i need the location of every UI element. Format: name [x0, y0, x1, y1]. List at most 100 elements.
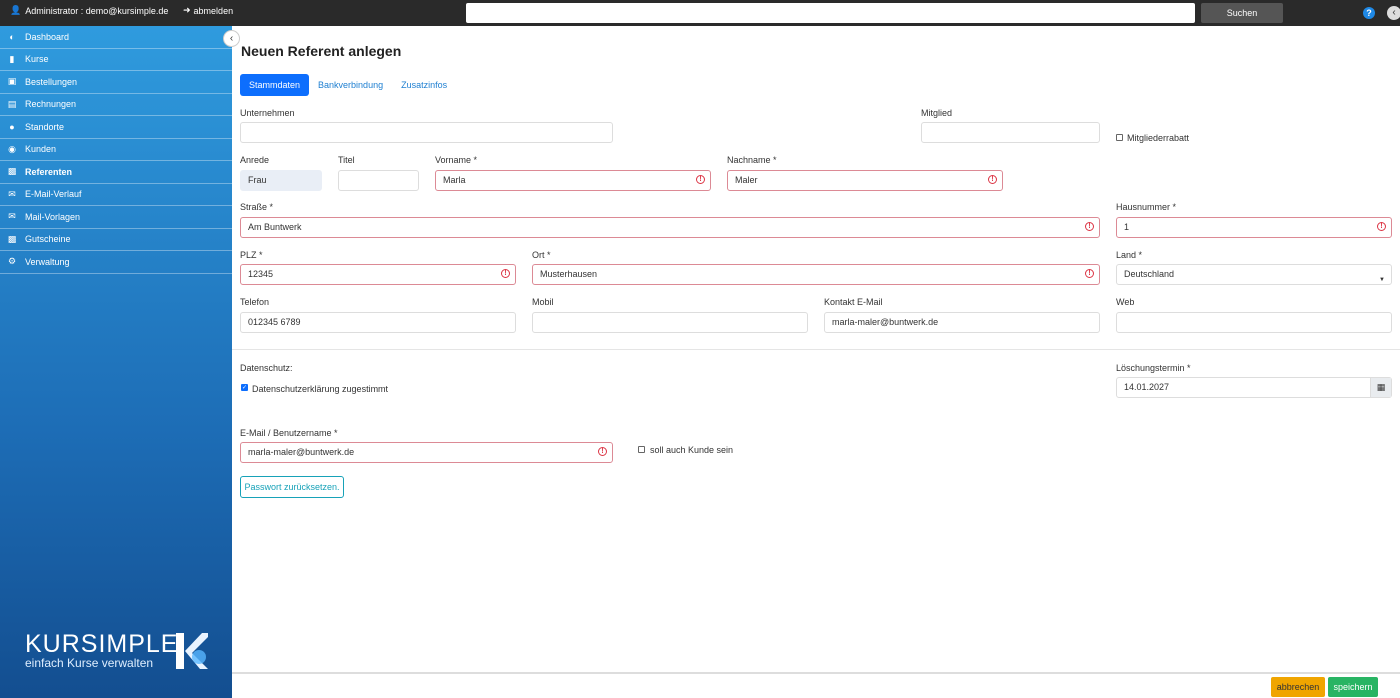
- sidebar-item-label: Bestellungen: [25, 76, 78, 87]
- sidebar-item-gutscheine[interactable]: ▩ Gutscheine: [0, 229, 232, 251]
- login-value: marla-maler@buntwerk.de: [248, 447, 355, 457]
- cart-icon: ▣: [7, 76, 17, 87]
- sidebar-item-label: E-Mail-Verlauf: [25, 189, 82, 200]
- sidebar-item-label: Gutscheine: [25, 234, 71, 245]
- mail-template-icon: ✉: [8, 211, 16, 222]
- save-button[interactable]: speichern: [1328, 677, 1378, 697]
- book-icon: ▮: [9, 53, 15, 64]
- error-icon: !: [1377, 222, 1386, 231]
- web-label: Web: [1116, 297, 1135, 307]
- plz-label: PLZ *: [240, 250, 263, 260]
- search-button[interactable]: Suchen: [1201, 3, 1283, 23]
- sidebar-item-rechnungen[interactable]: ▤ Rechnungen: [0, 94, 232, 116]
- chevron-left-icon[interactable]: ‹: [1387, 6, 1400, 20]
- sidebar-item-e-mail-verlauf[interactable]: ✉ E-Mail-Verlauf: [0, 184, 232, 206]
- sidebar-item-mail-vorlagen[interactable]: ✉ Mail-Vorlagen: [0, 206, 232, 229]
- logout-link[interactable]: ➜ abmelden: [183, 5, 233, 16]
- file-icon: ▤: [7, 98, 17, 109]
- datenschutz-checkbox[interactable]: ✓: [241, 384, 248, 391]
- cancel-button[interactable]: abbrechen: [1271, 677, 1325, 697]
- password-reset-button[interactable]: Passwort zurücksetzen.: [240, 476, 344, 498]
- sidebar: ‹ ◐ Dashboard ▮ Kurse ▣ Bestellungen ▤ Rechnung…: [0, 26, 240, 698]
- titel-label: Titel: [338, 155, 355, 165]
- help-icon[interactable]: ?: [1363, 7, 1375, 19]
- nachname-label: Nachname *: [727, 155, 777, 165]
- kursimple-logo-icon: [176, 633, 208, 669]
- telefon-label: Telefon: [240, 297, 270, 307]
- error-icon: !: [1085, 269, 1094, 278]
- logout-icon: ➜: [183, 5, 191, 15]
- tabs: Stammdaten Bankverbindung Zusatzinfos: [240, 74, 456, 96]
- sidebar-item-label: Mail-Vorlagen: [25, 211, 81, 222]
- mobil-field[interactable]: [532, 312, 808, 333]
- mitgliederrabatt-checkbox[interactable]: [1116, 134, 1123, 141]
- error-icon: !: [696, 175, 705, 184]
- user-info: 👤 Administrator : demo@kursimple.de: [10, 5, 168, 16]
- sidebar-item-standorte[interactable]: ● Standorte: [0, 116, 232, 139]
- tab-zusatzinfos[interactable]: Zusatzinfos: [392, 74, 456, 96]
- loeschung-date-field[interactable]: 14.01.2027 ▦: [1116, 377, 1392, 398]
- strasse-label: Straße *: [240, 202, 274, 212]
- sidebar-item-label: Rechnungen: [25, 99, 77, 110]
- land-select[interactable]: Deutschland ▼: [1116, 264, 1392, 285]
- nachname-field[interactable]: Maler!: [727, 170, 1003, 191]
- search-input[interactable]: [466, 3, 1195, 23]
- anrede-select[interactable]: Frau: [240, 170, 322, 191]
- vorname-label: Vorname *: [435, 155, 478, 165]
- sidebar-item-verwaltung[interactable]: ⚙ Verwaltung: [0, 251, 232, 274]
- error-icon: !: [501, 269, 510, 278]
- error-icon: !: [1085, 222, 1094, 231]
- unternehmen-field[interactable]: [240, 122, 613, 143]
- unternehmen-label: Unternehmen: [240, 108, 295, 118]
- mobil-label: Mobil: [532, 297, 554, 307]
- sidebar-item-kunden[interactable]: ◉ Kunden: [0, 139, 232, 161]
- tab-bankverbindung[interactable]: Bankverbindung: [309, 74, 392, 96]
- loeschung-label: Löschungstermin *: [1116, 363, 1191, 373]
- caret-down-icon: ▼: [1379, 277, 1385, 283]
- user-label: Administrator : demo@kursimple.de: [25, 5, 169, 16]
- titel-field[interactable]: [338, 170, 419, 191]
- web-field[interactable]: [1116, 312, 1392, 333]
- calendar-icon[interactable]: ▦: [1370, 378, 1391, 397]
- kontakt-email-field[interactable]: marla-maler@buntwerk.de: [824, 312, 1100, 333]
- land-value: Deutschland: [1124, 269, 1175, 279]
- sidebar-item-referenten[interactable]: ▩ Referenten: [0, 161, 232, 184]
- datenschutz-checkbox-label: Datenschutzerklärung zugestimmt: [252, 384, 389, 394]
- tab-stammdaten[interactable]: Stammdaten: [240, 74, 310, 96]
- divider: [232, 349, 1400, 350]
- dashboard-icon: ◐: [9, 31, 15, 42]
- datenschutz-label: Datenschutz:: [240, 363, 293, 373]
- strasse-field[interactable]: Am Buntwerk!: [240, 217, 1100, 238]
- sidebar-item-kurse[interactable]: ▮ Kurse: [0, 49, 232, 71]
- error-icon: !: [988, 175, 997, 184]
- nachname-value: Maler: [735, 175, 758, 185]
- sidebar-item-dashboard[interactable]: ◐ Dashboard: [0, 26, 232, 49]
- sidebar-item-bestellungen[interactable]: ▣ Bestellungen: [0, 71, 232, 94]
- plz-field[interactable]: 12345!: [240, 264, 516, 285]
- loeschung-value: 14.01.2027: [1124, 382, 1170, 392]
- mitglied-label: Mitglied: [921, 108, 953, 118]
- ort-label: Ort *: [532, 250, 551, 260]
- sidebar-item-label: Dashboard: [25, 31, 70, 42]
- login-field[interactable]: marla-maler@buntwerk.de!: [240, 442, 613, 463]
- main-content: Neuen Referent anlegen Stammdaten Bankve…: [232, 26, 1400, 698]
- kunde-checkbox[interactable]: [638, 446, 645, 453]
- login-label: E-Mail / Benutzername *: [240, 428, 338, 438]
- sidebar-toggle-chevron-left-icon[interactable]: ‹: [223, 30, 240, 47]
- gear-icon: ⚙: [7, 256, 17, 267]
- logout-label: abmelden: [193, 5, 234, 16]
- sidebar-item-label: Referenten: [25, 166, 73, 177]
- mitgliederrabatt-label: Mitgliederrabatt: [1127, 133, 1190, 143]
- mitglied-field[interactable]: [921, 122, 1100, 143]
- vorname-field[interactable]: Marla!: [435, 170, 711, 191]
- map-pin-icon: ●: [9, 121, 15, 132]
- envelope-icon: ✉: [8, 188, 16, 199]
- telefon-field[interactable]: 012345 6789: [240, 312, 516, 333]
- sidebar-item-label: Kurse: [25, 54, 49, 65]
- ort-value: Musterhausen: [540, 269, 598, 279]
- ort-field[interactable]: Musterhausen!: [532, 264, 1100, 285]
- gift-icon: ▩: [7, 233, 17, 244]
- presenter-icon: ▩: [7, 166, 17, 177]
- sidebar-nav: ◐ Dashboard ▮ Kurse ▣ Bestellungen ▤ Rechnungen…: [0, 26, 232, 274]
- hausnummer-field[interactable]: 1!: [1116, 217, 1392, 238]
